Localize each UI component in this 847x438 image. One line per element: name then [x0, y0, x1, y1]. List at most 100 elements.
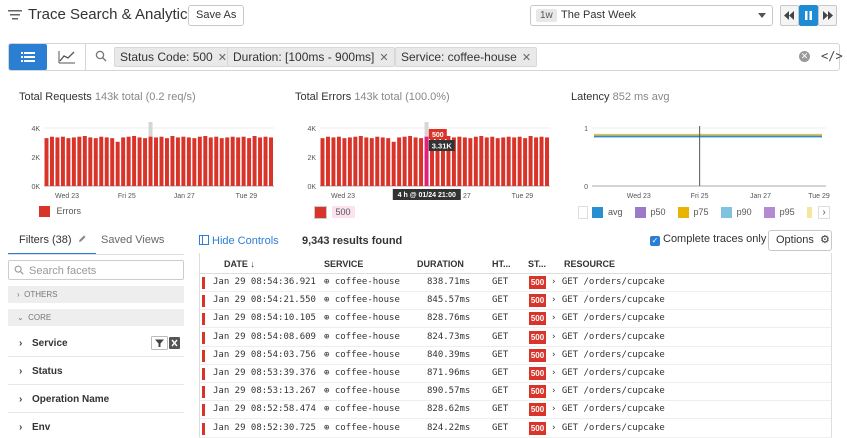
bar[interactable]	[397, 137, 402, 186]
filter-chip-service[interactable]: Service: coffee-house ✕	[395, 47, 538, 67]
legend-scroll-right[interactable]: ›	[818, 206, 830, 219]
bar[interactable]	[148, 136, 153, 186]
bar[interactable]	[402, 136, 407, 186]
table-row[interactable]: Jan 29 08:54:36.921 ⊕ coffee-house 838.71m…	[199, 274, 832, 292]
bar[interactable]	[132, 135, 137, 186]
table-row[interactable]: Jan 29 08:54:03.756 ⊕ coffee-house 840.39m…	[199, 347, 832, 365]
bar[interactable]	[545, 137, 549, 186]
save-as-button[interactable]: Save As	[188, 5, 245, 26]
bar[interactable]	[263, 136, 268, 186]
bar[interactable]	[347, 137, 352, 186]
table-row[interactable]: Jan 29 08:54:08.609 ⊕ coffee-house 824.73m…	[199, 329, 832, 347]
bar[interactable]	[208, 137, 213, 186]
bar[interactable]	[386, 138, 391, 186]
legend-label[interactable]: avg	[608, 207, 623, 217]
rewind-button[interactable]	[780, 5, 799, 26]
close-icon[interactable]: ✕	[379, 52, 388, 64]
close-icon[interactable]: ✕	[218, 52, 227, 64]
bar[interactable]	[214, 136, 219, 186]
bar[interactable]	[490, 136, 495, 186]
bar[interactable]	[523, 138, 528, 186]
list-view-button[interactable]	[9, 44, 47, 70]
bar[interactable]	[241, 136, 246, 186]
facet-search-input[interactable]: Search facets	[8, 260, 184, 280]
bar[interactable]	[419, 138, 424, 186]
tab-filters[interactable]: Filters (38)	[19, 234, 87, 246]
bar[interactable]	[353, 136, 358, 186]
legend-label[interactable]: p75	[694, 207, 709, 217]
bar[interactable]	[55, 137, 60, 186]
bar[interactable]	[528, 135, 533, 186]
column-http-method[interactable]: HT...	[492, 259, 511, 269]
bar[interactable]	[408, 135, 413, 186]
table-row[interactable]: Jan 29 08:54:10.105 ⊕ coffee-house 828.76m…	[199, 310, 832, 329]
facet-group-core[interactable]: ⌄ CORE	[8, 309, 184, 326]
bar[interactable]	[479, 135, 484, 186]
legend-swatch[interactable]	[314, 206, 327, 219]
requests-bar-chart[interactable]: 4K 2K 0K Wed 23 Fri 25 Jan 27 Tue 29	[18, 118, 280, 204]
code-toggle-icon[interactable]: </>	[821, 49, 843, 63]
latency-line-chart[interactable]: 1 0 Wed 23 Fri 25 Jan 27 Tue 29	[570, 118, 832, 204]
pause-button[interactable]	[799, 5, 818, 26]
legend-label[interactable]: p95	[780, 207, 795, 217]
bar[interactable]	[539, 136, 544, 186]
bar[interactable]	[468, 138, 473, 186]
table-row[interactable]: Jan 29 08:52:58.474 ⊕ coffee-house 828.62m…	[199, 401, 832, 420]
bar[interactable]	[462, 137, 467, 186]
bar[interactable]	[225, 137, 230, 186]
bar[interactable]	[115, 141, 120, 186]
bar[interactable]	[88, 137, 93, 186]
facet-env[interactable]: › Env	[19, 422, 50, 433]
column-date[interactable]: DATE ↓	[224, 259, 255, 269]
legend-swatch[interactable]	[763, 207, 775, 218]
options-button[interactable]: Options ⚙	[768, 230, 832, 251]
bar[interactable]	[331, 137, 336, 186]
bar[interactable]	[369, 138, 374, 186]
bar[interactable]	[247, 138, 252, 186]
bar[interactable]	[517, 136, 522, 186]
bar[interactable]	[164, 138, 169, 186]
legend-scroll-left[interactable]	[578, 206, 588, 219]
bar[interactable]	[501, 137, 506, 186]
bar[interactable]	[258, 137, 263, 186]
bar[interactable]	[506, 136, 511, 186]
forward-button[interactable]	[818, 5, 837, 26]
legend-label[interactable]: p90	[737, 207, 752, 217]
bar[interactable]	[375, 136, 380, 186]
bar[interactable]	[110, 138, 115, 186]
bar[interactable]	[186, 137, 191, 186]
bar[interactable]	[269, 137, 273, 186]
bar[interactable]	[219, 138, 224, 186]
bar[interactable]	[512, 137, 517, 186]
facet-status[interactable]: › Status	[19, 366, 63, 377]
bar[interactable]	[364, 137, 369, 186]
bar[interactable]	[66, 138, 71, 186]
facet-group-others[interactable]: › OTHERS	[8, 286, 184, 303]
column-resource[interactable]: RESOURCE	[564, 259, 615, 269]
bar[interactable]	[325, 136, 330, 186]
table-row[interactable]: Jan 29 08:54:21.550 ⊕ coffee-house 845.57m…	[199, 292, 832, 311]
bar[interactable]	[336, 136, 341, 186]
time-range-select[interactable]: 1w The Past Week	[530, 5, 773, 26]
table-row[interactable]: Jan 29 08:52:30.725 ⊕ coffee-house 824.22m…	[199, 420, 832, 438]
bar[interactable]	[93, 138, 98, 186]
bar[interactable]	[230, 136, 235, 186]
bar[interactable]	[484, 137, 489, 186]
complete-traces-checkbox[interactable]: ✓ Complete traces only	[650, 233, 766, 246]
bar[interactable]	[358, 135, 363, 186]
chart-view-button[interactable]	[48, 44, 86, 70]
legend-swatch[interactable]	[634, 207, 646, 218]
bar[interactable]	[236, 137, 241, 186]
close-icon[interactable]: ✕	[522, 52, 531, 64]
facet-operation-name[interactable]: › Operation Name	[19, 394, 109, 405]
bar[interactable]	[44, 138, 49, 186]
bar[interactable]	[159, 136, 164, 186]
bar[interactable]	[82, 135, 87, 186]
column-service[interactable]: SERVICE	[324, 259, 363, 269]
table-row[interactable]: Jan 29 08:53:13.267 ⊕ coffee-house 890.57m…	[199, 383, 832, 402]
bar[interactable]	[71, 137, 76, 186]
errors-bar-chart[interactable]: 4K2K0KWed 23Fri 25Jan 27Tue 295003.31K4 …	[294, 118, 556, 204]
filter-chip-status[interactable]: Status Code: 500 ✕	[114, 47, 233, 67]
bar[interactable]	[121, 137, 126, 186]
bar[interactable]	[391, 141, 396, 186]
